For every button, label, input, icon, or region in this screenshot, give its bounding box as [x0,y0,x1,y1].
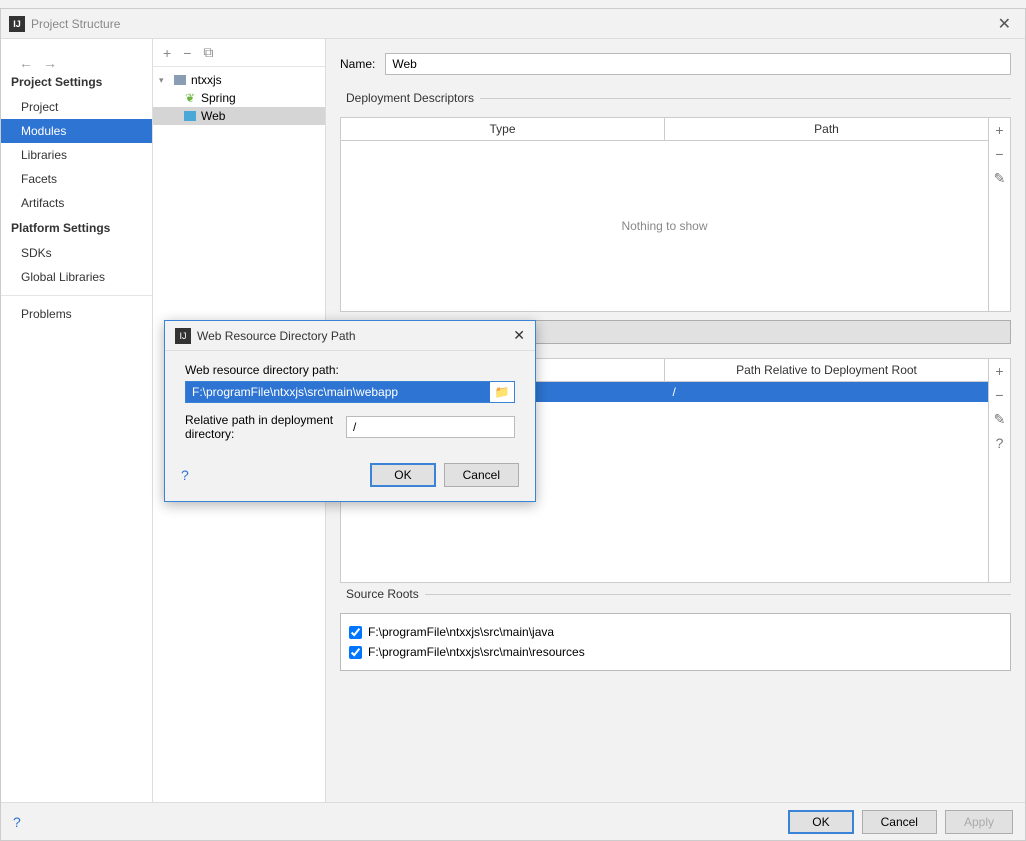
chevron-down-icon: ▾ [159,75,169,86]
spring-icon: ❦ [183,91,197,105]
checkbox[interactable] [349,626,362,639]
cancel-button[interactable]: Cancel [862,810,937,834]
remove-icon[interactable]: − [989,383,1010,407]
source-roots-group: Source Roots [340,587,1011,601]
forward-icon[interactable]: → [43,55,57,71]
path-label: Web resource directory path: [185,363,515,377]
dd-legend: Deployment Descriptors [340,91,480,105]
close-icon[interactable]: ✕ [992,14,1017,34]
deployment-descriptors-group: Deployment Descriptors [340,91,1011,105]
sidebar-item-sdks[interactable]: SDKs [1,241,152,265]
app-icon: IJ [175,328,191,344]
add-icon[interactable]: + [989,359,1010,383]
sidebar-item-problems[interactable]: Problems [1,302,152,326]
source-root-path: F:\programFile\ntxxjs\src\main\java [368,625,554,639]
help-icon[interactable]: ? [989,431,1010,455]
web-resource-dialog: IJ Web Resource Directory Path ✕ Web res… [164,320,536,502]
add-icon[interactable]: + [163,45,171,61]
empty-text: Nothing to show [621,219,707,233]
col-relative-path: Path Relative to Deployment Root [665,359,988,381]
heading-platform-settings: Platform Settings [1,215,152,241]
sidebar-item-facets[interactable]: Facets [1,167,152,191]
dialog-title: Web Resource Directory Path [197,329,513,343]
relative-label: Relative path in deployment directory: [185,413,338,441]
sidebar-item-global-libraries[interactable]: Global Libraries [1,265,152,289]
dd-table: Type Path Nothing to show + − ✎ [340,117,1011,312]
sidebar: Project Settings Project Modules Librari… [1,39,153,802]
remove-icon[interactable]: − [183,45,191,61]
copy-icon[interactable]: ⧉ [203,44,213,61]
tree-node-label: ntxxjs [191,73,222,87]
name-label: Name: [340,57,375,71]
tree-node-spring[interactable]: ❦ Spring [153,89,325,107]
browse-icon[interactable]: 📁 [490,382,514,402]
tree-node-label: Web [201,109,225,123]
col-path: Path [665,118,988,140]
ok-button[interactable]: OK [788,810,853,834]
checkbox[interactable] [349,646,362,659]
sr-legend: Source Roots [340,587,425,601]
col-type: Type [341,118,665,140]
ok-button[interactable]: OK [370,463,435,487]
cell-relative: / [665,382,989,402]
tree-toolbar: + − ⧉ [153,39,325,67]
source-root-item[interactable]: F:\programFile\ntxxjs\src\main\java [349,622,1002,642]
web-icon [184,111,196,121]
folder-icon [174,75,186,85]
sidebar-item-modules[interactable]: Modules [1,119,152,143]
cancel-button[interactable]: Cancel [444,463,519,487]
close-icon[interactable]: ✕ [513,327,525,344]
edit-icon[interactable]: ✎ [989,407,1010,431]
name-input[interactable] [385,53,1011,75]
help-icon[interactable]: ? [181,467,189,483]
path-value: F:\programFile\ntxxjs\src\main\webapp [186,382,490,402]
back-icon[interactable]: ← [19,55,33,71]
titlebar: IJ Project Structure ✕ [1,9,1025,39]
source-root-path: F:\programFile\ntxxjs\src\main\resources [368,645,585,659]
remove-icon[interactable]: − [989,142,1010,166]
apply-button[interactable]: Apply [945,810,1013,834]
help-icon[interactable]: ? [13,814,21,830]
window-title: Project Structure [31,17,992,31]
edit-icon[interactable]: ✎ [989,166,1010,190]
sidebar-item-project[interactable]: Project [1,95,152,119]
nav-arrows: ← → [7,49,69,77]
relative-input[interactable] [346,416,515,438]
source-root-item[interactable]: F:\programFile\ntxxjs\src\main\resources [349,642,1002,662]
sidebar-item-artifacts[interactable]: Artifacts [1,191,152,215]
tree-node-web[interactable]: Web [153,107,325,125]
path-input[interactable]: F:\programFile\ntxxjs\src\main\webapp 📁 [185,381,515,403]
tree-node-ntxxjs[interactable]: ▾ ntxxjs [153,71,325,89]
sidebar-item-libraries[interactable]: Libraries [1,143,152,167]
add-icon[interactable]: + [989,118,1010,142]
tree-node-label: Spring [201,91,236,105]
source-roots-list: F:\programFile\ntxxjs\src\main\java F:\p… [340,613,1011,671]
footer: ? OK Cancel Apply [1,802,1025,840]
app-icon: IJ [9,16,25,32]
